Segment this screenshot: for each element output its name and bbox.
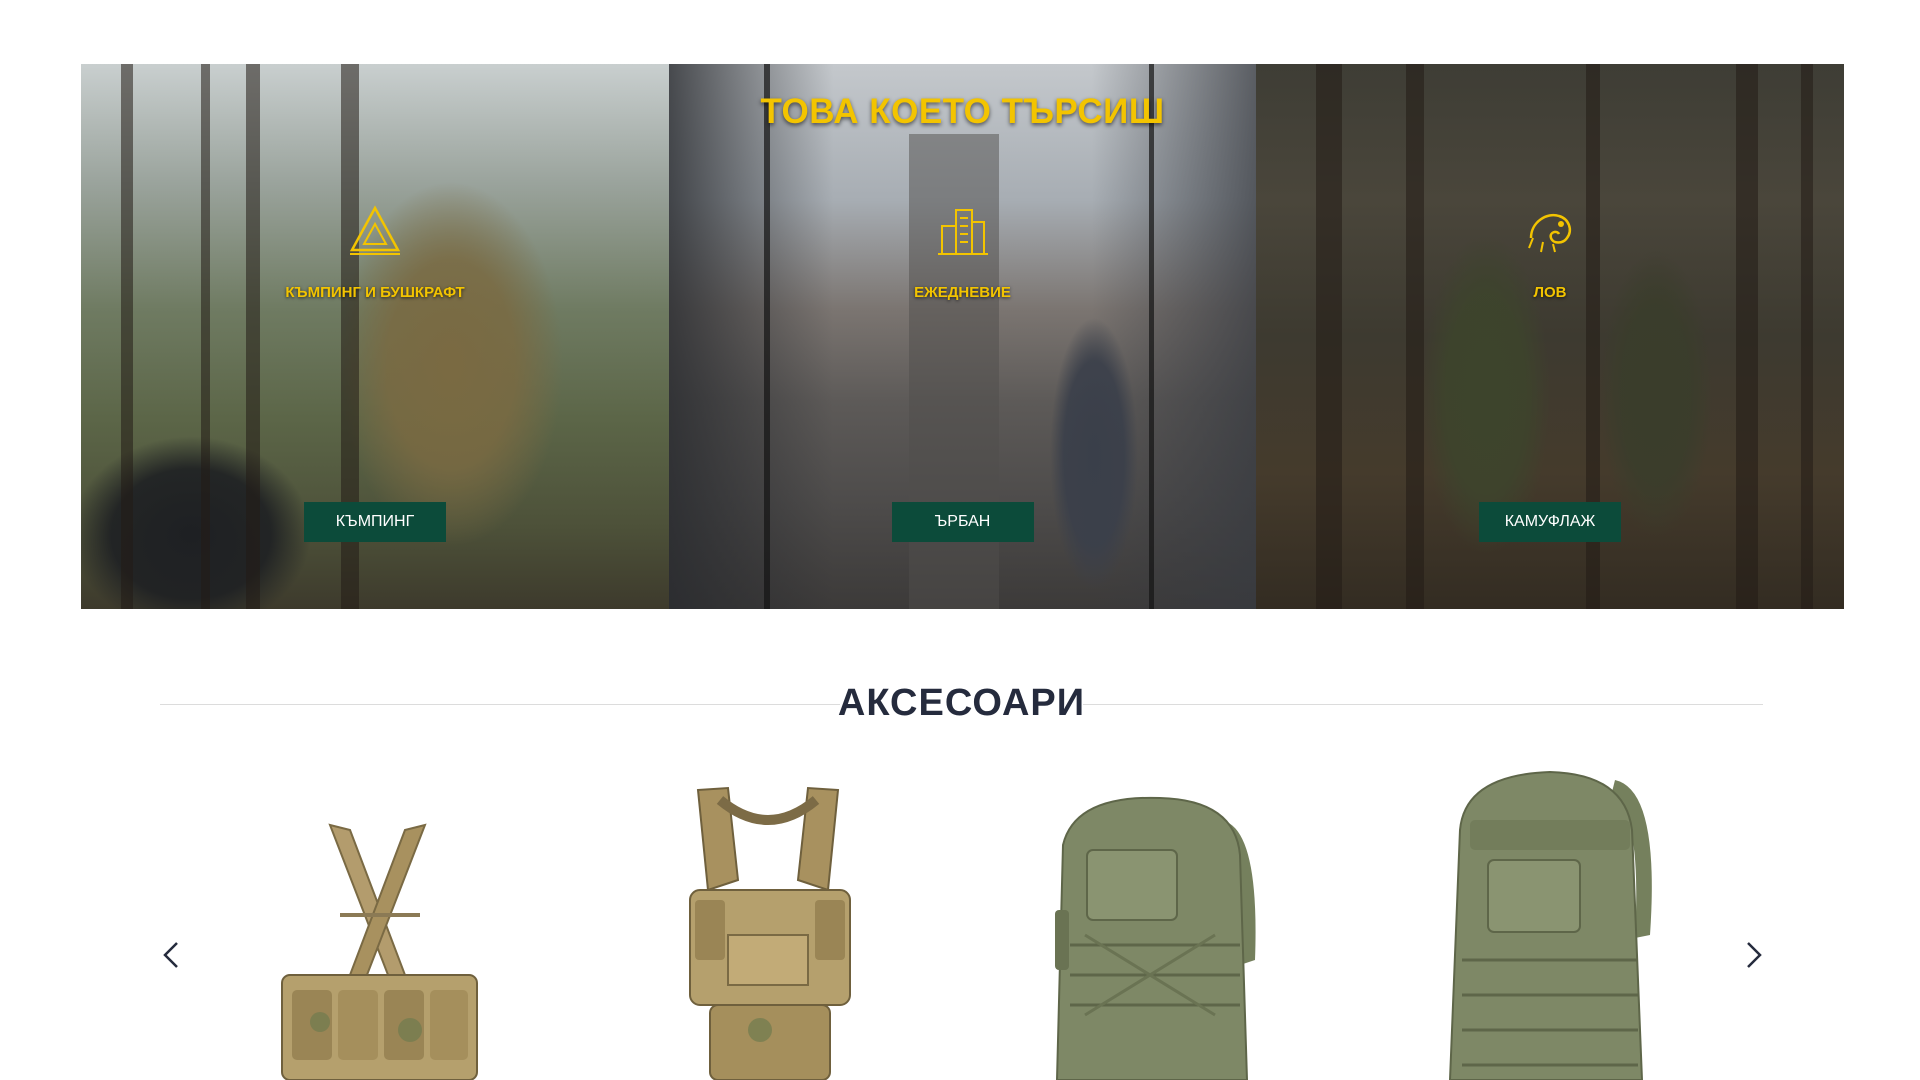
product-carousel <box>0 760 1920 1080</box>
urban-button[interactable]: ЪРБАН <box>891 502 1034 542</box>
chevron-right-icon <box>1747 942 1762 968</box>
chest-rig-image <box>281 823 478 1080</box>
hunting-panel[interactable]: ЛОВ КАМУФЛАЖ <box>1256 64 1844 609</box>
product-card[interactable] <box>230 760 530 1080</box>
hero-title: ТОВА КОЕТО ТЪРСИШ <box>760 92 1165 131</box>
camping-panel[interactable]: КЪМПИНГ И БУШКРАФТ КЪМПИНГ <box>81 64 669 609</box>
city-buildings-icon <box>937 209 988 255</box>
backpack-image <box>1055 796 1256 1080</box>
carousel-prev-button[interactable] <box>157 935 187 975</box>
tent-icon <box>349 205 401 255</box>
product-card[interactable] <box>620 760 920 1080</box>
divider-right <box>1083 704 1763 705</box>
chevron-left-icon <box>163 942 178 968</box>
accessories-section-header: АКСЕСОАРИ <box>160 680 1763 730</box>
carousel-next-button[interactable] <box>1738 935 1768 975</box>
hero-banner: КЪМПИНГ И БУШКРАФТ КЪМПИНГ ТОВА КОЕТО ТЪ… <box>81 64 1844 609</box>
category-label-everyday: ЕЖЕДНЕВИЕ <box>914 284 1011 301</box>
camping-button[interactable]: КЪМПИНГ <box>304 502 446 542</box>
product-card[interactable] <box>1015 760 1315 1080</box>
camouflage-button[interactable]: КАМУФЛАЖ <box>1479 502 1621 542</box>
urban-panel[interactable]: ТОВА КОЕТО ТЪРСИШ ЕЖЕДНЕВИЕ ЪРБАН <box>669 64 1256 609</box>
backpack-image <box>1448 770 1652 1080</box>
plate-carrier-image <box>689 786 851 1080</box>
chameleon-icon <box>1528 213 1571 253</box>
product-card[interactable] <box>1410 760 1710 1080</box>
category-label-hunting: ЛОВ <box>1533 284 1567 301</box>
category-label-camping: КЪМПИНГ И БУШКРАФТ <box>285 284 465 301</box>
